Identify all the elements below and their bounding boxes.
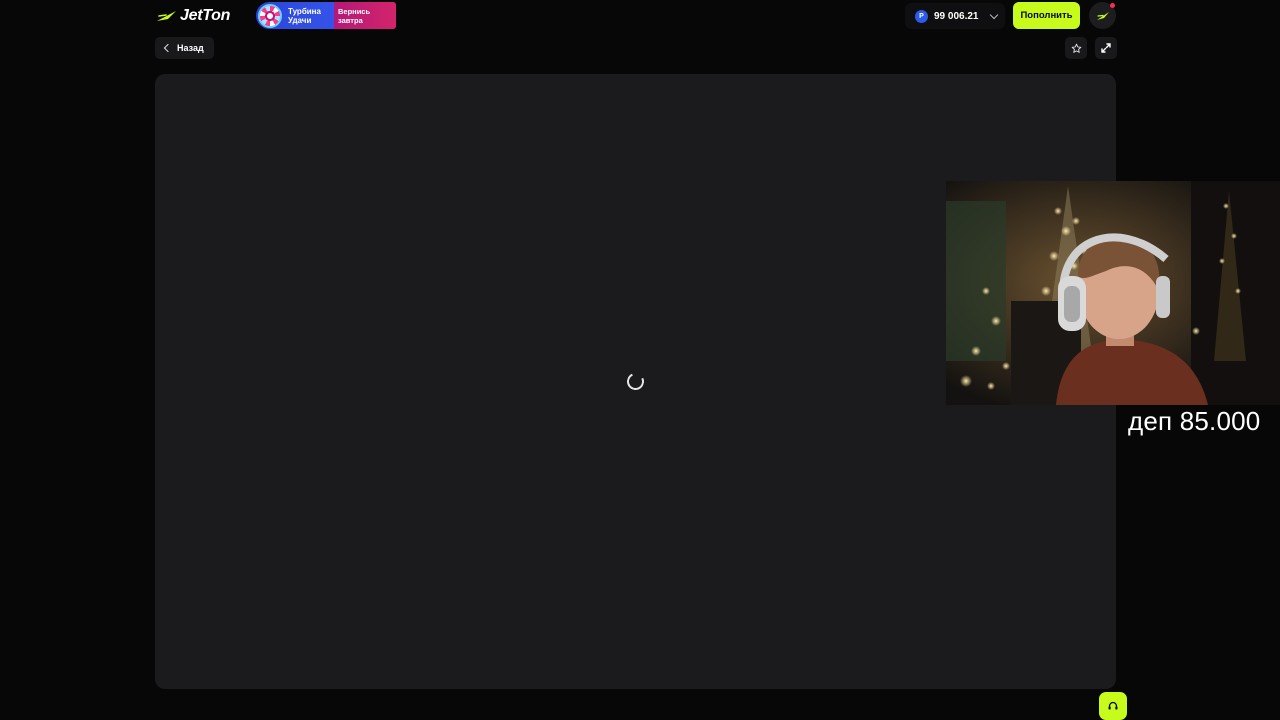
profile-button[interactable] [1089, 2, 1116, 29]
support-button[interactable] [1099, 692, 1127, 720]
logo-text: JetTon [180, 7, 231, 24]
expand-icon [1101, 43, 1111, 53]
star-icon [1071, 43, 1081, 53]
back-label: Назад [177, 43, 204, 53]
notification-dot [1110, 3, 1115, 8]
promo-right: Вернись завтра [334, 2, 396, 29]
webcam-image [946, 181, 1280, 405]
balance-value: 99 006.21 [934, 10, 979, 22]
ruble-coin-icon: Р [915, 9, 928, 23]
site-logo[interactable]: JetTon [156, 6, 230, 26]
jet-plane-logo-icon [157, 11, 176, 21]
webcam-overlay [946, 181, 1280, 405]
balance-selector[interactable]: Р 99 006.21 [905, 3, 1005, 29]
topup-button[interactable]: Пополнить [1013, 2, 1080, 29]
promo-left: Турбина Удачи [256, 2, 334, 29]
promo-banner[interactable]: Турбина Удачи Вернись завтра [256, 2, 396, 29]
stream-caption: деп 85.000 [1128, 406, 1261, 436]
promo-title: Турбина Удачи [288, 6, 321, 25]
headset-icon [1108, 701, 1118, 710]
chevron-left-icon [163, 43, 173, 53]
lucky-wheel-icon [258, 3, 282, 28]
chevron-down-icon [989, 10, 998, 19]
fullscreen-button[interactable] [1095, 37, 1117, 59]
back-button[interactable]: Назад [155, 37, 214, 59]
promo-subtitle: Вернись завтра [338, 6, 371, 25]
favorite-button[interactable] [1065, 37, 1087, 59]
jet-plane-avatar-icon [1096, 11, 1109, 20]
